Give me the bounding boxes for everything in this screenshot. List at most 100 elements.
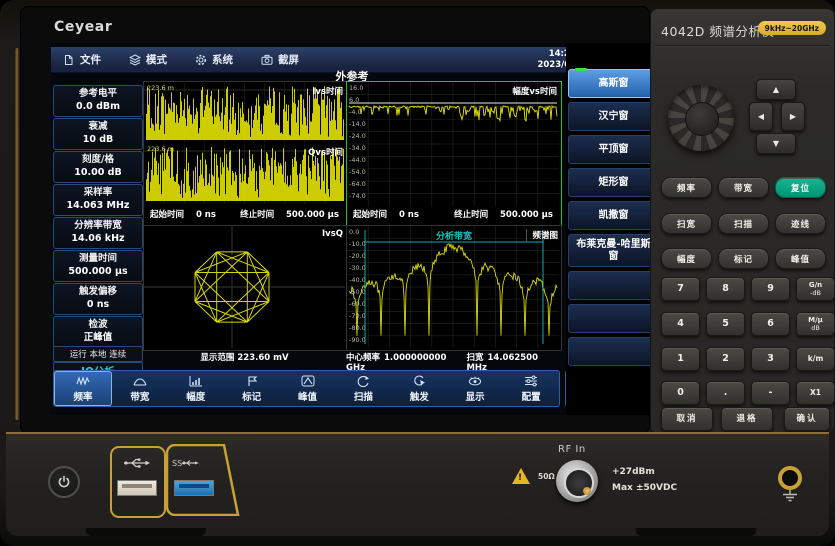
hw-trace-key[interactable]: 迹线 <box>775 213 826 234</box>
toolbar-label: 频率 <box>73 389 92 403</box>
menu-file[interactable]: 文件 <box>63 52 101 67</box>
y-tick: -4.0 <box>349 109 362 116</box>
toolbar-bandwidth[interactable]: 带宽 <box>112 371 168 406</box>
param-value: 0 ns <box>87 299 109 312</box>
ground-terminal <box>778 466 802 490</box>
param-meas-time[interactable]: 测量时间500.000 μs <box>53 250 143 282</box>
menu-system[interactable]: 系统 <box>195 52 233 67</box>
i-scale-readout: 223.6 m <box>147 84 174 92</box>
constellation-trace <box>144 226 345 348</box>
toolbar-peak[interactable]: 峰值 <box>280 371 336 406</box>
bandwidth-icon <box>133 375 147 387</box>
amp-time-panel-selected[interactable]: 16.06.0-4.0-14.0-24.0-34.0-44.0-54.0-64.… <box>346 81 562 226</box>
toolbar-frequency[interactable]: 频率 <box>54 371 112 406</box>
rotary-knob[interactable] <box>668 85 734 151</box>
key-unit-mhz[interactable]: M/μdB <box>796 312 835 336</box>
menu-mode[interactable]: 模式 <box>129 52 167 67</box>
softkey-kaiser-window[interactable]: 凯撒窗 <box>568 201 659 230</box>
param-attenuation[interactable]: 衰减10 dB <box>53 118 143 150</box>
menu-screenshot-label: 截屏 <box>278 52 299 67</box>
key-5[interactable]: 5 <box>706 312 745 336</box>
param-label: 检波 <box>88 319 107 332</box>
key-decimal[interactable]: . <box>706 381 745 405</box>
key-6[interactable]: 6 <box>751 312 790 336</box>
key-9[interactable]: 9 <box>751 277 790 301</box>
amplitude-icon <box>189 375 203 387</box>
hw-reset-key[interactable]: 复位 <box>775 177 826 198</box>
power-button[interactable] <box>48 466 80 498</box>
instrument-chassis: Ceyear 文件 模式 系统 截屏 <box>0 0 835 546</box>
toolbar-trigger[interactable]: 触发 <box>391 371 447 406</box>
key-8[interactable]: 8 <box>706 277 745 301</box>
spectrogram-view-label[interactable]: 频谱图 <box>526 229 558 241</box>
param-value: 0.0 dBm <box>76 101 120 114</box>
key-3[interactable]: 3 <box>751 347 790 371</box>
toolbar-amplitude[interactable]: 幅度 <box>168 371 224 406</box>
param-sample-rate[interactable]: 采样率14.063 MHz <box>53 184 143 216</box>
stop-time: 终止时间 500.000 μs <box>237 208 342 220</box>
param-value: 14.063 MHz <box>67 200 130 213</box>
menu-mode-label: 模式 <box>146 52 167 67</box>
key-0[interactable]: 0 <box>661 381 700 405</box>
softkey-rect-window[interactable]: 矩形窗 <box>568 168 659 197</box>
param-ref-level[interactable]: 参考电平0.0 dBm <box>53 85 143 117</box>
y-tick: -64.0 <box>349 181 366 188</box>
start-time: 起始时间 0 ns <box>147 208 219 220</box>
toolbar-config[interactable]: 配置 <box>503 371 559 406</box>
softkey-gaussian-window[interactable]: 高斯窗 <box>568 69 659 98</box>
toolbar-label: 显示 <box>466 389 485 403</box>
arrow-right-key[interactable]: ▶ <box>781 102 805 131</box>
menu-file-label: 文件 <box>80 52 101 67</box>
param-scale-div[interactable]: 刻度/格10.00 dB <box>53 151 143 183</box>
sweep-icon <box>356 375 370 387</box>
constellation-panel: IvsQ <box>143 225 348 351</box>
hw-sweep-key[interactable]: 扫描 <box>718 213 769 234</box>
param-detector[interactable]: 检波正峰值 <box>53 316 143 348</box>
confirm-key[interactable]: 确认 <box>784 407 830 431</box>
ground-icon <box>780 490 800 502</box>
i-chart-label: Ivs时间 <box>312 85 343 97</box>
softkey-flattop-window[interactable]: 平顶窗 <box>568 135 659 164</box>
cancel-key[interactable]: 取消 <box>661 407 713 431</box>
param-trigger-offset[interactable]: 触发偏移0 ns <box>53 283 143 315</box>
param-rbw[interactable]: 分辨率带宽14.06 kHz <box>53 217 143 249</box>
key-4[interactable]: 4 <box>661 312 700 336</box>
key-1[interactable]: 1 <box>661 347 700 371</box>
softkey-empty-1[interactable] <box>568 271 659 300</box>
hw-span-key[interactable]: 扫宽 <box>661 213 712 234</box>
toolbar-marker[interactable]: 标记 <box>224 371 280 406</box>
toolbar-sweep[interactable]: 扫描 <box>335 371 391 406</box>
key-minus[interactable]: - <box>751 381 790 405</box>
backspace-key[interactable]: 退格 <box>721 407 773 431</box>
arrow-down-key[interactable]: ▼ <box>756 133 796 154</box>
usb2-port[interactable] <box>117 480 157 496</box>
key-unit-ghz[interactable]: G/n-dB <box>796 277 835 301</box>
softkey-hanning-window[interactable]: 汉宁窗 <box>568 102 659 131</box>
hw-amplitude-key[interactable]: 幅度 <box>661 248 712 269</box>
key-unit-khz[interactable]: k/m <box>796 347 835 371</box>
hw-frequency-key[interactable]: 频率 <box>661 177 712 198</box>
softkey-blackman-harris-window[interactable]: 布莱克曼-哈里斯窗 <box>568 234 659 267</box>
hw-peak-key[interactable]: 峰值 <box>775 248 826 269</box>
key-2[interactable]: 2 <box>706 347 745 371</box>
arrow-left-key[interactable]: ◀ <box>749 102 773 131</box>
warning-exclaim: ! <box>518 473 522 483</box>
hw-bandwidth-key[interactable]: 带宽 <box>718 177 769 198</box>
softkey-empty-2[interactable] <box>568 304 659 333</box>
key-7[interactable]: 7 <box>661 277 700 301</box>
camera-icon <box>261 54 273 66</box>
svg-text:SS: SS <box>172 459 182 468</box>
toolbar-display[interactable]: 显示 <box>447 371 503 406</box>
arrow-up-key[interactable]: ▲ <box>756 79 796 100</box>
usb3-port[interactable] <box>174 480 214 496</box>
y-tick: 16.0 <box>349 85 363 92</box>
hw-marker-key[interactable]: 标记 <box>718 248 769 269</box>
softkey-empty-3[interactable] <box>568 337 659 366</box>
screen: 文件 模式 系统 截屏 14:26:58 2023/06/16 <box>51 43 661 415</box>
amp-vs-time-trace <box>347 82 559 206</box>
frequency-range-badge: 9kHz~20GHz <box>758 21 826 35</box>
rotary-knob-center[interactable] <box>685 102 719 136</box>
key-x1[interactable]: X1 <box>796 381 835 405</box>
mode-icon <box>129 54 141 66</box>
menu-screenshot[interactable]: 截屏 <box>261 52 299 67</box>
